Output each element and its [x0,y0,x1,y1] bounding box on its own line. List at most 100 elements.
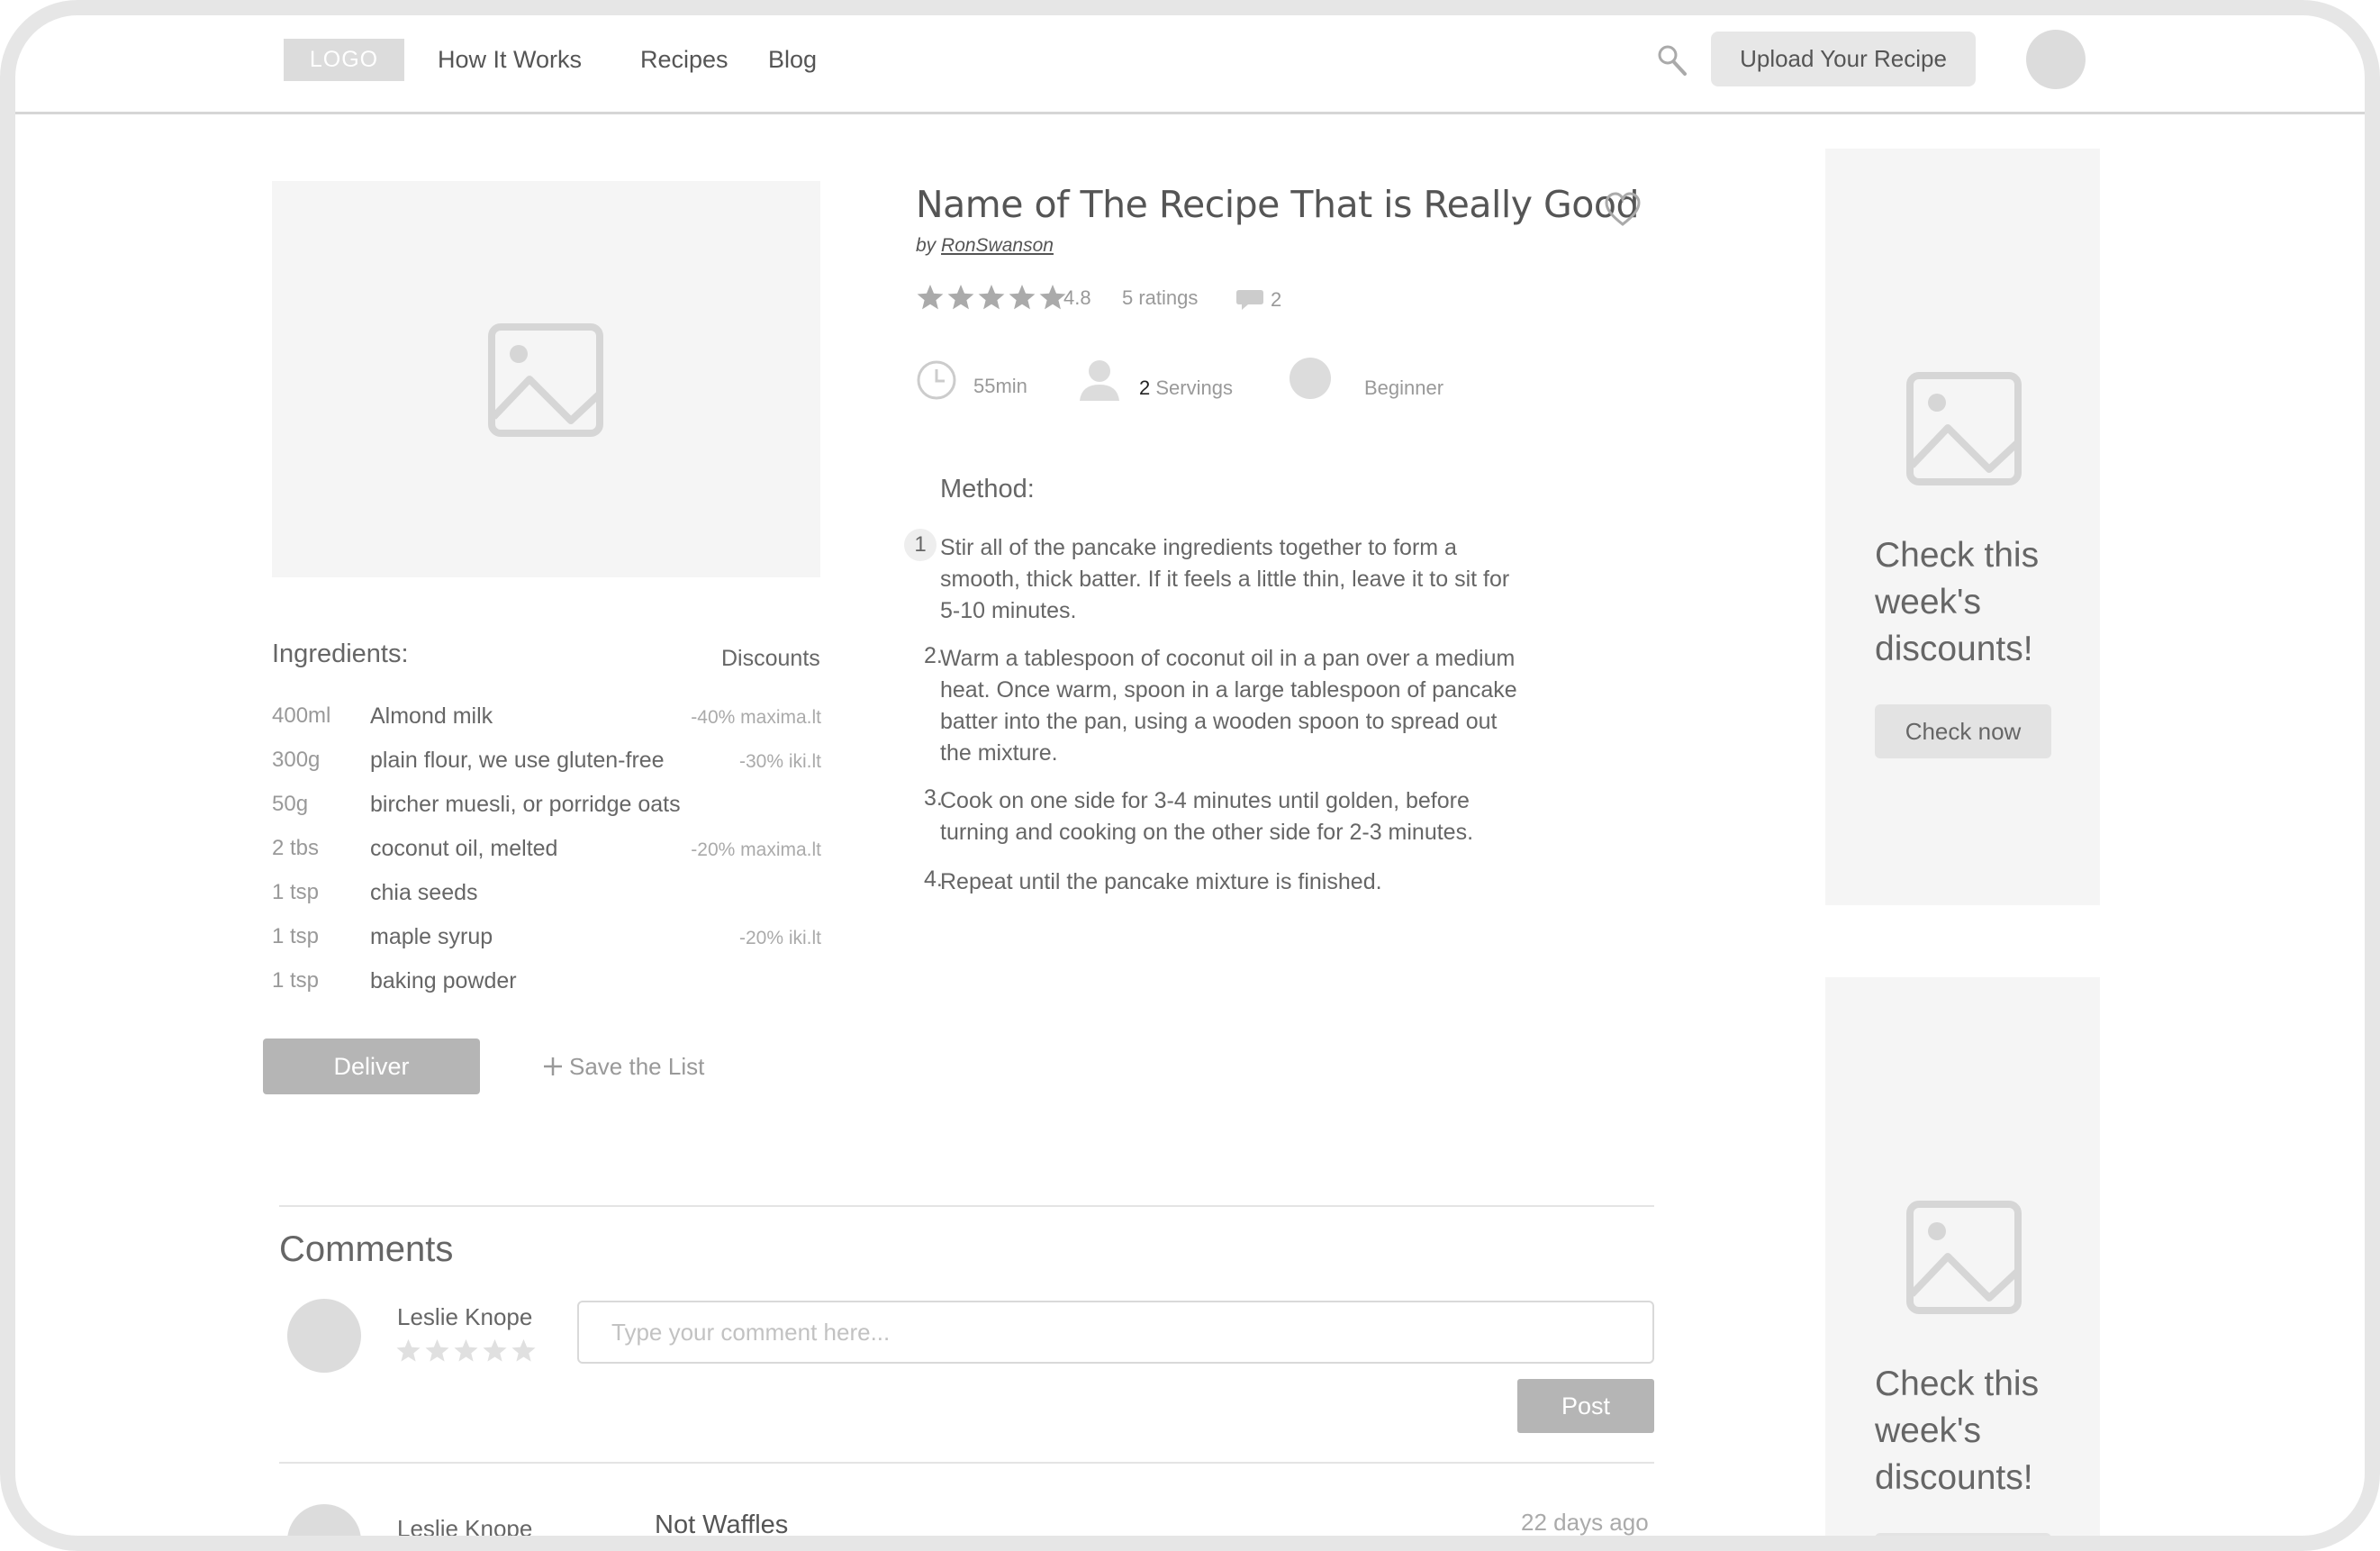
ingredient-discount[interactable]: -40% maxima.lt [691,707,821,729]
step-number: 1 [904,529,937,561]
person-icon [1080,360,1119,401]
ingredient-discount[interactable]: -20% iki.lt [739,928,821,949]
top-navbar: LOGO How It Works Recipes Blog Upload Yo… [15,15,2365,114]
clock-icon [917,360,956,400]
comment-input[interactable] [577,1301,1654,1364]
rating-stars [916,283,1067,312]
nav-how-it-works[interactable]: How It Works [438,46,582,74]
commenter-name: Leslie Knope [397,1303,533,1330]
ad-line: Check this [1875,1365,2040,1403]
star-icon [978,285,1005,310]
image-icon [1906,1201,2022,1314]
search-icon[interactable] [1657,44,1688,77]
check-now-button[interactable]: Check now [1875,704,2051,758]
ad-banner[interactable]: Check this week's discounts! Check now [1825,149,2100,905]
ad-line: discounts! [1875,630,2033,668]
nav-blog[interactable]: Blog [768,46,817,74]
star-icon[interactable] [511,1338,537,1364]
logo[interactable]: LOGO [284,39,404,81]
comment-author[interactable]: Leslie Knope [397,1515,532,1536]
step-line: Warm a tablespoon of coconut oil in a pa… [940,646,1516,671]
ingredient-quantity: 1 tsp [272,880,320,904]
ad-line: Check this [1875,536,2040,575]
method-step: Stir all of the pancake ingredients toge… [940,532,1561,627]
ingredient-row: 50g bircher muesli, or porridge oats [272,792,821,828]
method-step: Repeat until the pancake mixture is fini… [940,866,1561,898]
step-line: smooth, thick batter. If it feels a litt… [940,567,1510,592]
step-line: Repeat until the pancake mixture is fini… [940,869,1382,894]
step-line: turning and cooking on the other side fo… [940,820,1474,845]
ingredients-title: Ingredients: [272,639,409,668]
discounts-title: Discounts [721,646,820,671]
servings: 2 Servings [1139,376,1233,400]
post-button[interactable]: Post [1517,1379,1654,1433]
ad-headline: Check this week's discounts! [1875,532,2082,673]
author-link[interactable]: RonSwanson [941,235,1054,256]
browser-frame: LOGO How It Works Recipes Blog Upload Yo… [0,0,2380,1551]
ingredient-row: 300g plain flour, we use gluten-free -30… [272,748,821,784]
step-line: the mixture. [940,740,1058,766]
ingredient-quantity: 1 tsp [272,924,320,948]
ingredient-name: maple syrup [370,924,493,949]
star-icon[interactable] [453,1338,479,1364]
ingredient-name: bircher muesli, or porridge oats [370,792,681,817]
ingredient-row: 1 tsp maple syrup -20% iki.lt [272,924,821,960]
ingredient-quantity: 1 tsp [272,968,320,993]
ingredient-row: 400ml Almond milk -40% maxima.lt [272,703,821,739]
heart-icon[interactable] [1604,192,1642,228]
step-line: 5-10 minutes. [940,598,1077,623]
comment-subject: Not Waffles [655,1510,789,1539]
ingredient-discount[interactable]: -20% maxima.lt [691,839,821,861]
ad-headline: Check this week's discounts! [1875,1361,2082,1501]
ingredient-row: 2 tbs coconut oil, melted -20% maxima.lt [272,836,821,872]
ingredient-quantity: 2 tbs [272,836,320,860]
check-now-button[interactable] [1875,1533,2051,1536]
recipe-title: Name of The Recipe That is Really Good [916,183,1640,226]
recipe-byline: by RonSwanson [916,235,1054,257]
plus-icon [544,1057,562,1075]
difficulty-icon [1290,358,1331,399]
image-icon [488,323,603,437]
comments-count[interactable]: 2 [1271,288,1281,312]
ingredient-quantity: 50g [272,792,309,816]
step-line: Stir all of the pancake ingredients toge… [940,535,1457,560]
save-list-label: Save the List [569,1053,705,1080]
ingredient-quantity: 300g [272,748,321,772]
ingredient-row: 1 tsp chia seeds [272,880,821,916]
nav-recipes[interactable]: Recipes [640,46,728,74]
user-avatar[interactable] [2026,30,2086,89]
comments-title: Comments [279,1229,454,1269]
by-label: by [916,235,937,256]
rating-value: 4.8 [1063,286,1091,309]
ingredient-name: chia seeds [370,880,478,905]
ingredient-quantity: 400ml [272,703,331,728]
ad-banner[interactable]: Check this week's discounts! [1825,977,2100,1536]
ad-line: week's [1875,583,1981,621]
difficulty-level: Beginner [1364,376,1444,399]
star-icon[interactable] [395,1338,421,1364]
star-icon [1009,285,1036,310]
ingredient-name: baking powder [370,968,517,993]
ingredient-discount[interactable]: -30% iki.lt [739,751,821,773]
servings-number: 2 [1139,376,1151,399]
star-icon[interactable] [424,1338,450,1364]
section-divider [279,1462,1654,1464]
cook-time: 55min [973,375,1027,397]
save-list-button[interactable]: Save the List [542,1053,704,1081]
method-step: Warm a tablespoon of coconut oil in a pa… [940,643,1561,769]
commenter-avatar [287,1299,361,1373]
recipe-image-placeholder [272,181,820,577]
method-step: Cook on one side for 3-4 minutes until g… [940,785,1561,848]
ratings-count[interactable]: 5 ratings [1122,286,1198,310]
commenter-avatar [287,1504,361,1536]
step-line: Cook on one side for 3-4 minutes until g… [940,788,1470,813]
rating-input-stars[interactable] [395,1338,537,1364]
comment-timestamp: 22 days ago [1521,1509,1649,1536]
deliver-button[interactable]: Deliver [263,1039,480,1094]
star-icon [947,285,974,310]
upload-recipe-button[interactable]: Upload Your Recipe [1711,32,1976,86]
star-icon[interactable] [482,1338,508,1364]
ingredient-name: plain flour, we use gluten-free [370,748,665,773]
method-title: Method: [940,475,1035,503]
servings-label: Servings [1150,376,1233,399]
